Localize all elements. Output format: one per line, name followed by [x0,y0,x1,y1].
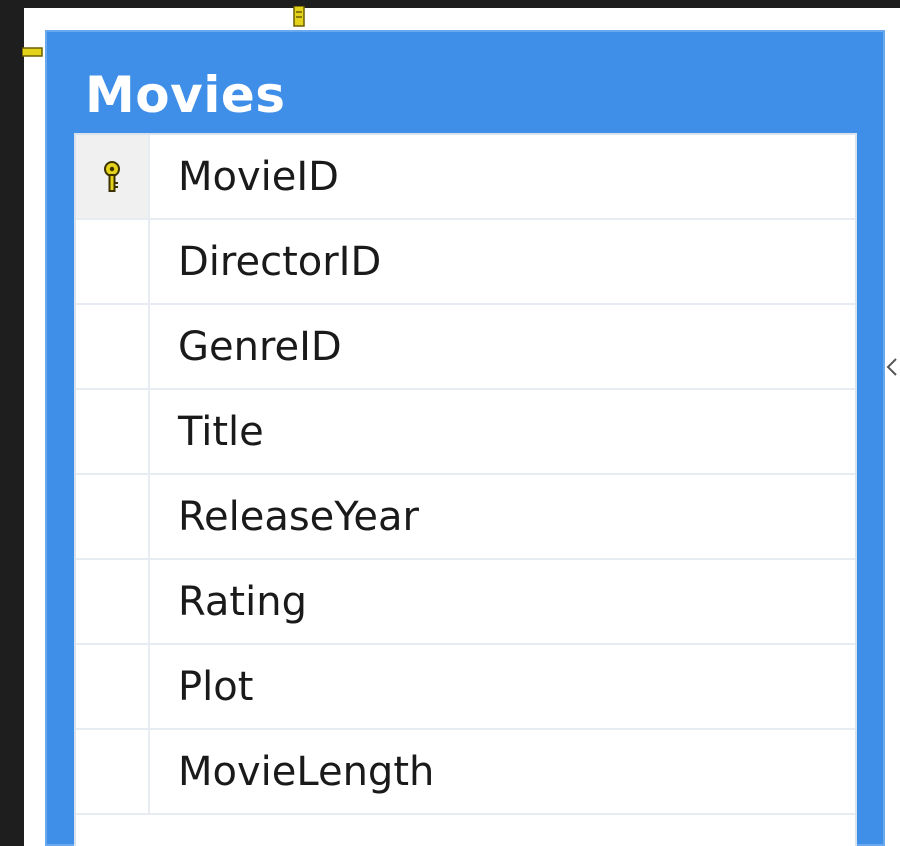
column-row[interactable]: DirectorID [76,220,855,305]
column-name: Title [178,408,264,455]
column-name: MovieLength [178,748,435,795]
table-title: Movies [85,66,286,124]
column-name: GenreID [178,323,342,370]
relationship-connector-icon[interactable] [293,5,307,28]
column-name: DirectorID [178,238,382,285]
column-row[interactable]: Title [76,390,855,475]
column-row[interactable]: MovieLength [76,730,855,815]
column-grid: MovieID DirectorID GenreID Title Release… [74,133,857,846]
column-name: ReleaseYear [178,493,419,540]
row-selector[interactable] [76,390,150,473]
column-row[interactable]: Plot [76,645,855,730]
column-name: MovieID [178,153,339,200]
row-selector[interactable] [76,305,150,388]
column-row[interactable]: ReleaseYear [76,475,855,560]
row-selector[interactable] [76,475,150,558]
key-icon [101,160,123,193]
row-selector[interactable] [76,730,150,813]
column-row[interactable]: MovieID [76,135,855,220]
column-row[interactable]: GenreID [76,305,855,390]
column-row[interactable]: Rating [76,560,855,645]
column-name: Rating [178,578,307,625]
table-window-movies[interactable]: Movies MovieID DirectorID GenreID Title … [45,30,885,846]
relationship-connector-icon[interactable] [884,356,900,378]
row-selector[interactable] [76,645,150,728]
row-selector[interactable] [76,135,150,218]
row-selector[interactable] [76,220,150,303]
diagram-canvas: Movies MovieID DirectorID GenreID Title … [0,0,900,846]
row-selector[interactable] [76,560,150,643]
relationship-connector-icon[interactable] [21,44,44,58]
column-name: Plot [178,663,254,710]
